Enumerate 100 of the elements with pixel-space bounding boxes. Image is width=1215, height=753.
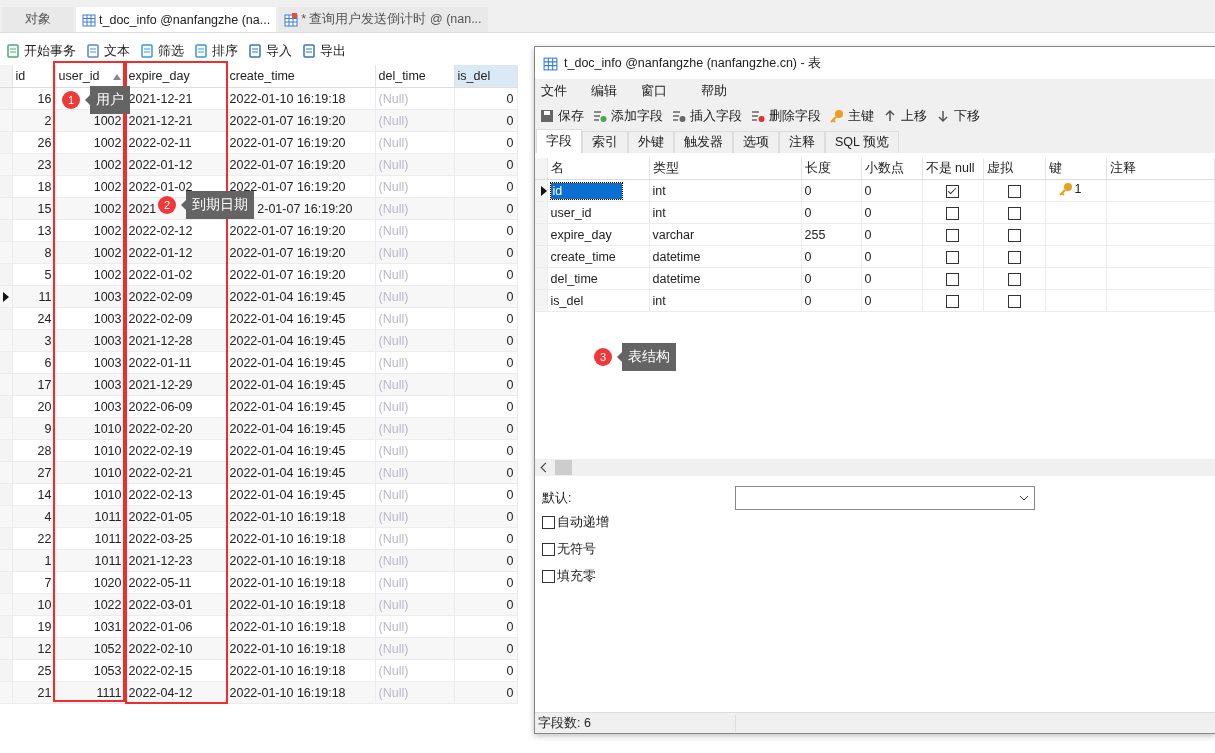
checkbox[interactable] — [946, 184, 959, 198]
table-cell: 0 — [506, 663, 514, 678]
checkbox[interactable] — [542, 543, 555, 556]
table-cell: 2022-03-25 — [128, 531, 193, 546]
toolbar-button[interactable]: 插入字段 — [672, 107, 742, 125]
menu-item[interactable]: 编辑 — [591, 82, 617, 100]
checkbox[interactable] — [1007, 184, 1021, 198]
checkbox[interactable] — [946, 206, 959, 220]
table-cell: 13 — [37, 223, 52, 238]
table-cell: 0 — [506, 135, 514, 150]
table-cell: (Null) — [378, 267, 409, 282]
column-header[interactable]: is_del — [454, 65, 517, 88]
table-cell: (Null) — [378, 597, 409, 612]
menu-item[interactable]: 帮助 — [701, 82, 727, 100]
table-cell: 2022-01-07 16:19:20 — [229, 267, 346, 282]
checkbox[interactable] — [1007, 272, 1021, 286]
column-header[interactable]: 名 — [547, 158, 649, 180]
tab[interactable]: 字段 — [536, 129, 582, 153]
table-cell: 0 — [864, 293, 872, 308]
menu-item[interactable]: 文件 — [541, 82, 567, 100]
table-cell: 1003 — [93, 333, 122, 348]
toolbar-button[interactable]: 开始事务 — [6, 42, 76, 60]
checkbox[interactable] — [1007, 250, 1021, 264]
toolbar-button[interactable]: 排序 — [194, 42, 238, 60]
menu-item[interactable]: 窗口 — [641, 82, 667, 100]
column-header[interactable]: del_time — [375, 65, 454, 88]
checkbox[interactable] — [1007, 294, 1021, 308]
field-list-icon — [751, 109, 765, 123]
tab[interactable]: SQL 预览 — [825, 131, 900, 153]
tab[interactable]: 选项 — [733, 131, 779, 153]
table-cell: 2021-12-29 — [128, 377, 193, 392]
table-cell: 3 — [44, 333, 52, 348]
toolbar-button[interactable]: 文本 — [86, 42, 130, 60]
toolbar-button[interactable]: 保存 — [540, 107, 584, 125]
table-cell: (Null) — [378, 399, 409, 414]
table-cell: 2021-12-28 — [128, 333, 193, 348]
column-header[interactable]: 键 — [1045, 158, 1106, 180]
table-cell: create_time — [550, 249, 616, 264]
default-dropdown[interactable] — [735, 486, 1035, 510]
table-cell: 2022-02-20 — [128, 421, 193, 436]
horizontal-scrollbar[interactable] — [535, 459, 1215, 476]
table-cell: 0 — [804, 249, 812, 264]
checkbox[interactable] — [946, 294, 959, 308]
table-cell: 2022-01-07 16:19:20 — [229, 135, 346, 150]
table-cell: 2022-01-04 16:19:45 — [229, 399, 346, 414]
document-tab[interactable]: 对象 — [2, 7, 74, 32]
table-cell: 2022-02-21 — [128, 465, 193, 480]
table-cell: 0 — [506, 245, 514, 260]
column-header[interactable]: 长度 — [801, 158, 861, 180]
table-cell: 2021-12-23 — [128, 553, 193, 568]
checkbox[interactable] — [1007, 228, 1021, 242]
checkbox-label: 无符号 — [557, 541, 596, 558]
column-header[interactable]: 小数点 — [861, 158, 922, 180]
toolbar-button[interactable]: 筛选 — [140, 42, 184, 60]
tab[interactable]: 触发器 — [674, 131, 733, 153]
document-tab[interactable]: * 查询用户发送倒计时 @ (nan... — [278, 7, 488, 32]
table-cell: 27 — [37, 465, 52, 480]
table-cell: 1002 — [93, 245, 122, 260]
table-cell: 2022-02-11 — [128, 135, 192, 150]
checkbox[interactable] — [946, 250, 959, 264]
table-cell: (Null) — [378, 245, 409, 260]
callout-label: 到期日期 — [181, 191, 254, 219]
column-header[interactable]: 虚拟 — [983, 158, 1045, 180]
table-cell: 2022-01-04 16:19:45 — [229, 355, 346, 370]
status-text: 字段数: 6 — [535, 714, 736, 732]
toolbar-button[interactable]: 上移 — [883, 107, 927, 125]
toolbar-button[interactable]: 下移 — [936, 107, 980, 125]
toolbar-button[interactable]: 导出 — [302, 42, 346, 60]
checkbox[interactable] — [946, 228, 959, 242]
tab[interactable]: 注释 — [779, 131, 825, 153]
table-cell: 0 — [506, 113, 514, 128]
toolbar-icon — [194, 44, 208, 58]
toolbar-button[interactable]: 删除字段 — [751, 107, 821, 125]
table-cell: 2022-01-12 — [128, 245, 193, 260]
toolbar-button[interactable]: 添加字段 — [593, 107, 663, 125]
checkbox[interactable] — [542, 516, 555, 529]
column-header[interactable]: 注释 — [1106, 158, 1215, 180]
document-tab[interactable]: t_doc_info @nanfangzhe (na... — [76, 7, 277, 32]
table-cell: 1002 — [93, 135, 122, 150]
table-cell: 2022-02-09 — [128, 311, 193, 326]
table-cell: 2022-01-10 16:19:18 — [229, 597, 346, 612]
table-cell: 2022-01-07 16:19:20 — [229, 157, 346, 172]
table-cell: 1031 — [93, 619, 122, 634]
tab[interactable]: 索引 — [582, 131, 628, 153]
column-header[interactable]: 不是 null — [922, 158, 983, 180]
checkbox[interactable] — [1007, 206, 1021, 220]
table-cell: 2021-12-21 — [128, 113, 193, 128]
table-cell: 8 — [44, 245, 52, 260]
toolbar-button[interactable]: 导入 — [248, 42, 292, 60]
table-cell: 23 — [37, 157, 52, 172]
table-cell: 2022-01-04 16:19:45 — [229, 333, 346, 348]
checkbox[interactable] — [946, 272, 959, 286]
column-header[interactable]: 类型 — [649, 158, 801, 180]
table-cell: 2022-01-10 16:19:18 — [229, 509, 346, 524]
checkbox[interactable] — [542, 570, 555, 583]
toolbar-button[interactable]: 主键 — [830, 107, 874, 125]
table-cell: 1011 — [94, 553, 122, 568]
table-cell: (Null) — [378, 685, 409, 700]
table-cell: (Null) — [378, 135, 409, 150]
tab[interactable]: 外键 — [628, 131, 674, 153]
